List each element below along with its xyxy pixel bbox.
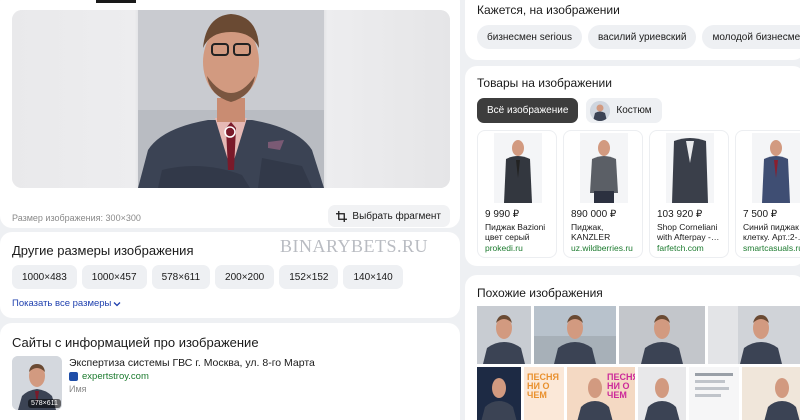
other-sizes-title: Другие размеры изображения	[12, 243, 194, 258]
product-price: 9 990 ₽	[485, 209, 520, 220]
businessman-photo	[12, 10, 450, 188]
similar-image-tile[interactable]	[708, 306, 800, 364]
select-fragment-label: Выбрать фрагмент	[352, 210, 441, 222]
seems-tags: бизнесмен serious василий уриевский моло…	[477, 25, 800, 49]
product-card[interactable]: 890 000 ₽ Пиджак, KANZLER uz.wildberries…	[563, 130, 643, 258]
similar-row-2: ПЕСНЯ НИ О ЧЕМ ПЕСНЯ НИ О ЧЕМ	[477, 367, 800, 420]
crop-icon	[336, 210, 348, 222]
product-card[interactable]: 7 500 ₽ Синий пиджак в клетку. Арт.:2-… …	[735, 130, 800, 258]
filter-suit-label: Костюм	[616, 105, 652, 116]
product-image	[666, 133, 714, 203]
show-all-sizes-label: Показать все размеры	[12, 298, 112, 309]
image-search-page: Размер изображения: 300×300 Выбрать фраг…	[0, 0, 800, 420]
show-all-sizes-link[interactable]: Показать все размеры	[12, 298, 121, 309]
product-image	[752, 133, 800, 203]
similar-row-1	[477, 306, 800, 364]
site-result-snippet: Имя	[69, 384, 87, 394]
product-card[interactable]: 103 920 ₽ Shop Corneliani with Afterpay …	[649, 130, 729, 258]
similar-image-tile[interactable]	[638, 367, 686, 420]
product-title: Синий пиджак в клетку. Арт.:2-…	[743, 222, 800, 242]
similar-image-tile[interactable]	[619, 306, 705, 364]
product-card[interactable]: 9 990 ₽ Пиджак Bazioni цвет серый proked…	[477, 130, 557, 258]
goods-filters: Всё изображение Костюм	[477, 98, 662, 123]
similar-image-tile[interactable]	[477, 306, 531, 364]
similar-image-tile[interactable]: ПЕСНЯ НИ О ЧЕМ	[524, 367, 564, 420]
seems-tag[interactable]: бизнесмен serious	[477, 25, 582, 49]
filter-all-image[interactable]: Всё изображение	[477, 98, 579, 123]
similar-image-tile[interactable]	[742, 367, 800, 420]
product-title: Пиджак, KANZLER	[571, 222, 611, 242]
product-image	[494, 133, 542, 203]
size-chips: 1000×483 1000×457 578×611 200×200 152×15…	[12, 265, 403, 289]
product-shop: farfetch.com	[657, 243, 704, 253]
product-title: Shop Corneliani with Afterpay -…	[657, 222, 720, 242]
product-image	[580, 133, 628, 203]
image-size-label: Размер изображения: 300×300	[12, 213, 141, 223]
active-tab-indicator	[96, 0, 136, 3]
product-shop: prokedi.ru	[485, 243, 523, 253]
promo-text: ПЕСНЯ НИ О ЧЕМ	[527, 372, 559, 400]
similar-title: Похожие изображения	[477, 286, 603, 300]
product-price: 890 000 ₽	[571, 209, 617, 220]
thumbnail-size-badge: 578×611	[28, 399, 61, 408]
size-chip[interactable]: 152×152	[279, 265, 339, 289]
promo-text: ПЕСНЯ НИ О ЧЕМ	[607, 372, 635, 400]
filter-suit[interactable]: Костюм	[586, 98, 662, 123]
product-shop: smartcasuals.ru	[743, 243, 800, 253]
similar-image-tile[interactable]	[477, 367, 521, 420]
site-result-domain[interactable]: expertstroy.com	[69, 371, 149, 382]
product-price: 7 500 ₽	[743, 209, 778, 220]
watermark: BINARYBETS.RU	[280, 236, 429, 256]
similar-image-tile[interactable]: ПЕСНЯ НИ О ЧЕМ	[567, 367, 635, 420]
size-chip[interactable]: 578×611	[151, 265, 211, 289]
product-shop: uz.wildberries.ru	[571, 243, 633, 253]
site-result-title[interactable]: Экспертиза системы ГВС г. Москва, ул. 8-…	[69, 357, 315, 369]
site-domain-text: expertstroy.com	[82, 371, 149, 382]
goods-title: Товары на изображении	[477, 76, 612, 90]
product-list: 9 990 ₽ Пиджак Bazioni цвет серый proked…	[477, 130, 800, 258]
similar-image-tile[interactable]	[534, 306, 616, 364]
similar-image-tile[interactable]	[689, 367, 739, 420]
size-chip[interactable]: 140×140	[343, 265, 403, 289]
main-image[interactable]	[12, 10, 450, 188]
size-chip[interactable]: 1000×483	[12, 265, 77, 289]
product-title: Пиджак Bazioni цвет серый	[485, 222, 546, 242]
suit-thumbnail-icon	[590, 100, 611, 121]
select-fragment-button[interactable]: Выбрать фрагмент	[328, 205, 450, 227]
sites-title: Сайты с информацией про изображение	[12, 335, 259, 350]
size-chip[interactable]: 1000×457	[81, 265, 147, 289]
seems-tag[interactable]: молодой бизнесмен	[702, 25, 800, 49]
seems-tag[interactable]: василий уриевский	[587, 25, 697, 49]
size-chip[interactable]: 200×200	[215, 265, 275, 289]
left-column: Размер изображения: 300×300 Выбрать фраг…	[0, 0, 460, 420]
product-price: 103 920 ₽	[657, 209, 703, 220]
chevron-down-icon	[113, 301, 121, 306]
favicon-icon	[69, 372, 78, 381]
seems-title: Кажется, на изображении	[477, 3, 620, 17]
